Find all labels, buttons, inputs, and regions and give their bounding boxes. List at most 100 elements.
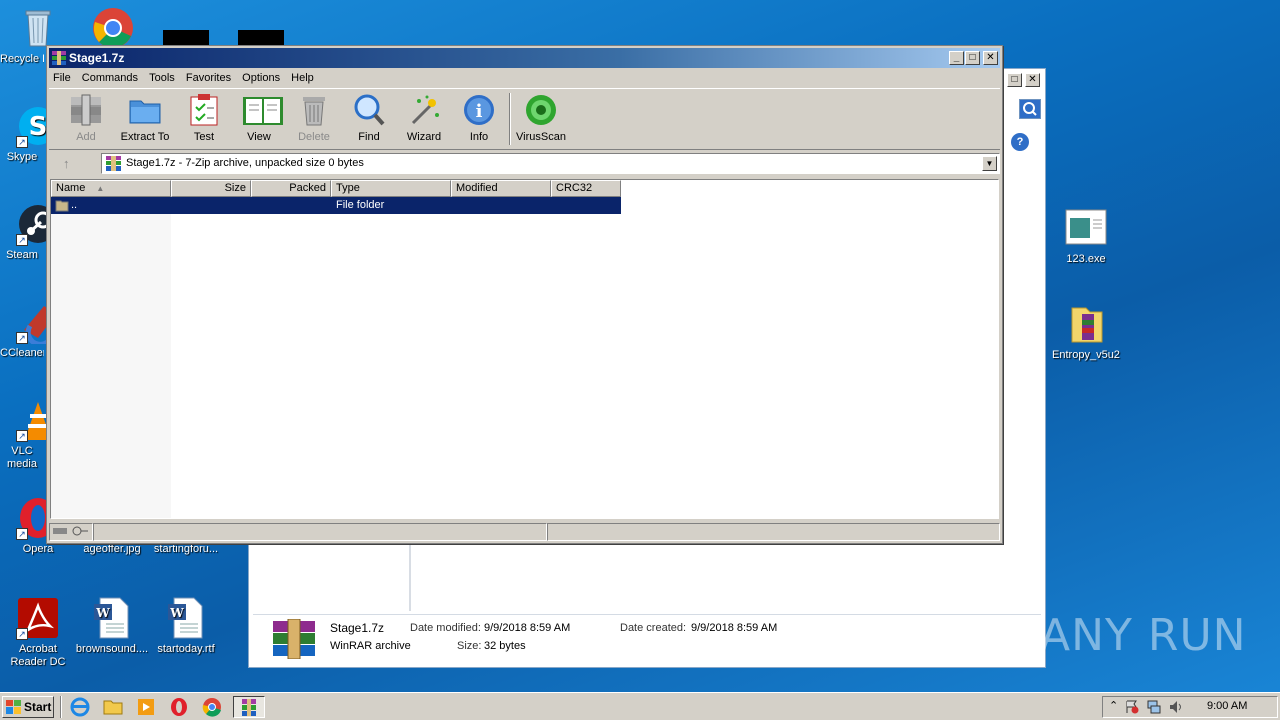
volume-icon[interactable] xyxy=(1169,700,1183,714)
desktop-icon-entropy[interactable]: Entropy_v5u2 xyxy=(1048,302,1124,362)
explorer-folder-icon[interactable] xyxy=(103,697,125,717)
minimize-button[interactable]: _ xyxy=(949,51,964,65)
table-row[interactable]: .. File folder xyxy=(51,197,621,214)
menu-favorites[interactable]: Favorites xyxy=(182,69,235,87)
column-header-size[interactable]: Size xyxy=(171,180,251,197)
search-button[interactable] xyxy=(1019,99,1041,119)
file-list[interactable]: Name ▲ Size Packed Type Modified CRC32 .… xyxy=(50,179,999,519)
up-arrow-icon[interactable]: ↑ xyxy=(63,156,70,171)
menu-help[interactable]: Help xyxy=(287,69,318,87)
row-name: .. xyxy=(71,199,78,211)
date-created-value: 9/9/2018 8:59 AM xyxy=(691,622,778,634)
title-bar[interactable]: Stage1.7z _ □ ✕ xyxy=(49,48,1000,68)
wizard-button[interactable]: Wizard xyxy=(395,93,453,143)
folder-up-icon xyxy=(55,198,69,212)
info-icon: i xyxy=(462,93,496,127)
address-text: Stage1.7z - 7-Zip archive, unpacked size… xyxy=(126,157,364,169)
exe-icon xyxy=(1064,206,1108,250)
winrar-taskbar-button[interactable] xyxy=(233,696,265,718)
virusscan-button[interactable]: VirusScan xyxy=(512,93,570,143)
media-player-icon[interactable] xyxy=(136,697,158,717)
desktop: { "desktop": { "icons": [ {"label": "Rec… xyxy=(0,0,1280,720)
opera-icon[interactable] xyxy=(169,697,191,717)
desktop-icon-brownsound[interactable]: W brownsound.... xyxy=(74,596,150,656)
delete-button[interactable]: Delete xyxy=(285,93,343,143)
column-header-packed[interactable]: Packed xyxy=(251,180,331,197)
start-button[interactable]: Start xyxy=(2,696,54,718)
extract-folder-icon xyxy=(128,93,162,127)
winrar-app-icon xyxy=(52,51,66,65)
chevron-down-icon[interactable]: ▼ xyxy=(982,156,997,171)
desktop-icon-startingforu[interactable]: startingforu... xyxy=(148,543,224,556)
system-tray: ⌃ 9:00 AM xyxy=(1102,696,1278,718)
menu-commands[interactable]: Commands xyxy=(78,69,142,87)
drive-key-icon xyxy=(53,526,88,536)
menu-tools[interactable]: Tools xyxy=(145,69,179,87)
view-book-icon xyxy=(242,93,283,127)
help-icon[interactable]: ? xyxy=(1011,133,1029,151)
test-clipboard-icon xyxy=(187,93,221,127)
windows-logo-icon xyxy=(6,700,21,714)
acrobat-icon: ↗ xyxy=(16,596,60,640)
maximize-button[interactable]: □ xyxy=(965,51,980,65)
column-header-crc32[interactable]: CRC32 xyxy=(551,180,621,197)
svg-text:W: W xyxy=(169,606,184,620)
add-button[interactable]: Add xyxy=(57,93,115,143)
shortcut-arrow-icon: ↗ xyxy=(16,528,28,540)
window-title: Stage1.7z xyxy=(69,51,125,65)
desktop-icon-123-exe[interactable]: 123.exe xyxy=(1048,206,1124,266)
close-button[interactable]: ✕ xyxy=(983,51,998,65)
archive-icon xyxy=(106,156,121,171)
redacted-icon xyxy=(238,30,284,46)
trash-icon xyxy=(297,93,331,127)
menu-file[interactable]: File xyxy=(49,69,75,87)
magnifier-icon xyxy=(352,93,386,127)
column-header-type[interactable]: Type xyxy=(331,180,451,197)
status-panel-left xyxy=(93,523,547,541)
toolbar: Add Extract To Test View Delete Find Wiz… xyxy=(49,88,1000,150)
ie-icon[interactable] xyxy=(70,697,92,717)
details-filename: Stage1.7z xyxy=(330,621,385,635)
word-doc-icon: W xyxy=(90,596,134,640)
status-bar xyxy=(49,521,1000,541)
find-button[interactable]: Find xyxy=(340,93,398,143)
desktop-icon-ageoffer[interactable]: ageoffer.jpg xyxy=(74,543,150,556)
add-archive-icon xyxy=(69,93,103,127)
virus-scan-icon xyxy=(524,93,558,127)
desktop-icon-acrobat[interactable]: ↗ Acrobat Reader DC xyxy=(0,596,76,669)
shortcut-arrow-icon: ↗ xyxy=(16,332,28,344)
action-center-icon[interactable] xyxy=(1125,700,1139,714)
taskbar-separator xyxy=(60,696,62,718)
address-bar: ↑ Stage1.7z - 7-Zip archive, unpacked si… xyxy=(49,152,1000,176)
address-field[interactable]: Stage1.7z - 7-Zip archive, unpacked size… xyxy=(101,153,1000,174)
info-button[interactable]: i Info xyxy=(450,93,508,143)
size-label: Size: xyxy=(457,640,482,652)
column-header-modified[interactable]: Modified xyxy=(451,180,551,197)
view-button[interactable]: View xyxy=(230,93,288,143)
date-created-label: Date created: xyxy=(620,622,687,634)
maximize-button[interactable]: □ xyxy=(1007,73,1022,87)
winrar-app-icon xyxy=(242,699,256,716)
extract-to-button[interactable]: Extract To xyxy=(116,93,174,143)
status-panel-right xyxy=(547,523,1000,541)
name-column-shade xyxy=(51,197,171,518)
test-button[interactable]: Test xyxy=(175,93,233,143)
network-icon[interactable] xyxy=(1147,700,1161,714)
date-modified-value: 9/9/2018 8:59 AM xyxy=(484,622,571,634)
folder-icon xyxy=(1064,302,1108,346)
chrome-icon[interactable] xyxy=(202,697,224,717)
menu-options[interactable]: Options xyxy=(238,69,284,87)
shortcut-arrow-icon: ↗ xyxy=(16,628,28,640)
details-filetype: WinRAR archive xyxy=(330,640,411,652)
svg-text:W: W xyxy=(95,606,110,620)
nav-pane xyxy=(253,545,411,611)
show-hidden-icons-icon[interactable]: ⌃ xyxy=(1109,699,1118,712)
chrome-icon xyxy=(91,6,135,50)
desktop-icon-startoday[interactable]: W startoday.rtf xyxy=(148,596,224,656)
toolbar-separator xyxy=(509,93,511,145)
column-header-name[interactable]: Name ▲ xyxy=(51,180,171,197)
shortcut-arrow-icon: ↗ xyxy=(16,234,28,246)
close-button[interactable]: ✕ xyxy=(1025,73,1040,87)
clock[interactable]: 9:00 AM xyxy=(1207,700,1247,712)
winrar-window[interactable]: Stage1.7z _ □ ✕ File Commands Tools Favo… xyxy=(46,45,1003,544)
